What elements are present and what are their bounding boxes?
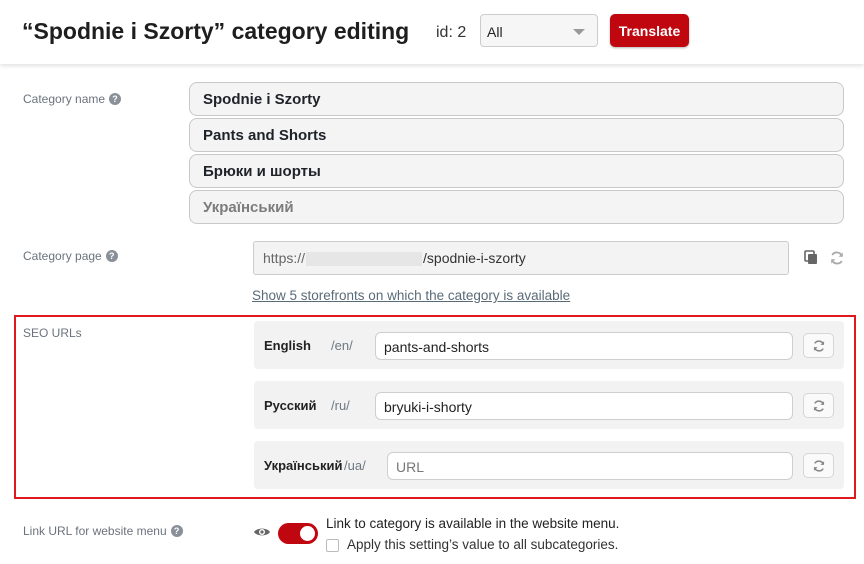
seo-url-prefix: /en/ <box>331 338 353 353</box>
url-prefix: https:// <box>263 250 306 266</box>
translate-button[interactable]: Translate <box>610 14 689 47</box>
help-icon[interactable]: ? <box>109 93 122 105</box>
storefronts-link[interactable]: Show 5 storefronts on which the category… <box>252 288 570 303</box>
seo-language-label: Русский <box>264 398 317 413</box>
page-title: “Spodnie i Szorty” category editing <box>22 18 410 44</box>
regenerate-url-button[interactable] <box>803 453 834 478</box>
seo-language-label: English <box>264 338 311 353</box>
copy-icon[interactable] <box>804 250 818 270</box>
menu-link-label: Link URL for website menu ? <box>23 524 183 538</box>
seo-url-row-ru: Русский /ru/ bryuki-i-shorty <box>254 381 844 429</box>
seo-url-prefix: /ua/ <box>344 458 366 473</box>
page-header: “Spodnie i Szorty” category editing id: … <box>0 0 864 64</box>
url-slug: /spodnie-i-szorty <box>423 250 526 266</box>
chevron-down-icon <box>573 29 585 35</box>
regenerate-url-button[interactable] <box>803 393 834 418</box>
help-icon[interactable]: ? <box>105 250 118 262</box>
category-id-label: id: 2 <box>436 24 467 41</box>
refresh-icon[interactable] <box>829 250 845 271</box>
refresh-icon <box>813 339 824 352</box>
category-name-input-en[interactable]: Pants and Shorts <box>189 118 844 152</box>
language-select-value: All <box>487 24 503 40</box>
seo-url-row-en: English /en/ pants-and-shorts <box>254 321 844 369</box>
menu-link-status: Link to category is available in the web… <box>326 516 620 531</box>
category-name-input-pl[interactable]: Spodnie i Szorty <box>189 82 844 116</box>
apply-subcategories-checkbox[interactable] <box>326 539 339 552</box>
seo-language-label: Український <box>264 458 343 473</box>
category-name-label-text: Category name <box>23 92 106 106</box>
seo-url-input-en[interactable]: pants-and-shorts <box>375 332 793 360</box>
menu-link-label-text: Link URL for website menu <box>23 524 167 538</box>
help-icon[interactable]: ? <box>170 525 183 537</box>
refresh-icon <box>813 399 824 412</box>
seo-url-row-ua: Український /ua/ URL <box>254 441 844 489</box>
seo-url-input-ru[interactable]: bryuki-i-shorty <box>375 392 793 420</box>
toggle-knob <box>300 526 315 541</box>
language-select[interactable]: All <box>480 14 598 47</box>
refresh-icon <box>813 459 824 472</box>
eye-icon[interactable] <box>253 525 271 544</box>
category-page-url: https:// /spodnie-i-szorty <box>253 241 789 275</box>
seo-urls-label: SEO URLs <box>23 326 82 340</box>
category-page-label: Category page ? <box>23 249 118 263</box>
category-name-label: Category name ? <box>23 92 122 106</box>
category-name-input-ru[interactable]: Брюки и шорты <box>189 154 844 188</box>
menu-link-toggle[interactable] <box>278 523 318 544</box>
url-domain-mask <box>306 252 423 267</box>
regenerate-url-button[interactable] <box>803 333 834 358</box>
apply-subcategories-label[interactable]: Apply this setting’s value to all subcat… <box>347 537 618 552</box>
category-page-label-text: Category page <box>23 249 102 263</box>
seo-url-input-ua[interactable]: URL <box>387 452 793 480</box>
seo-url-prefix: /ru/ <box>331 398 350 413</box>
category-name-input-ua[interactable]: Український <box>189 190 844 224</box>
